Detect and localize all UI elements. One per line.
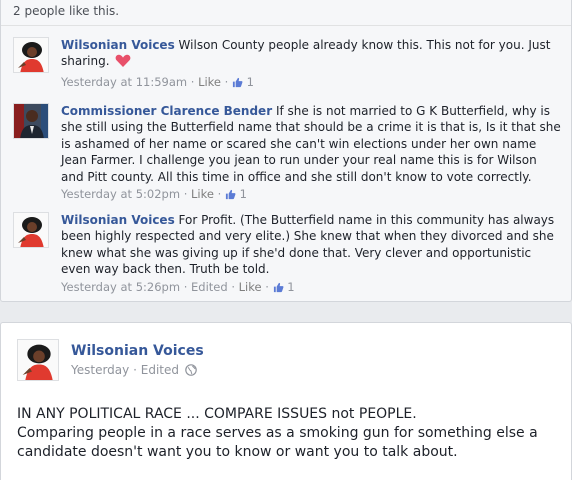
post-text-line: IN ANY POLITICAL RACE ... COMPARE ISSUES…: [17, 406, 417, 422]
meta-dot: ·: [133, 363, 137, 377]
comment-timestamp[interactable]: Yesterday at 5:02pm: [61, 187, 180, 201]
comment-timestamp[interactable]: Yesterday at 5:26pm: [61, 280, 180, 294]
post-meta: Yesterday · Edited: [71, 363, 197, 379]
post-timestamp[interactable]: Yesterday: [71, 363, 129, 377]
edited-label[interactable]: Edited: [141, 363, 179, 377]
edited-label[interactable]: Edited: [191, 280, 228, 294]
like-count[interactable]: 1: [287, 280, 294, 294]
meta-dot: ·: [265, 279, 269, 294]
comment-meta: Yesterday at 5:26pm · Edited · Like · 1: [61, 279, 563, 297]
like-link[interactable]: Like: [191, 187, 214, 201]
meta-dot: ·: [190, 74, 195, 89]
comment-timestamp[interactable]: Yesterday at 11:59am: [61, 75, 187, 89]
likes-summary[interactable]: 2 people like this.: [13, 4, 119, 18]
post-body: IN ANY POLITICAL RACE ... COMPARE ISSUES…: [17, 405, 563, 462]
like-thumb-icon[interactable]: [232, 76, 243, 92]
meta-dot: ·: [224, 74, 229, 89]
like-thumb-icon[interactable]: [225, 188, 236, 204]
comment-author-link[interactable]: Wilsonian Voices: [61, 38, 175, 52]
comment-meta: Yesterday at 11:59am · Like · 1: [61, 74, 563, 92]
woman-red-dress-avatar-icon[interactable]: [13, 212, 49, 248]
post-text-line: Comparing people in a race serves as a s…: [17, 425, 538, 460]
meta-dot: ·: [217, 187, 222, 202]
like-thumb-icon[interactable]: [273, 281, 284, 297]
comment-author-link[interactable]: Commissioner Clarence Bender: [61, 104, 272, 118]
post-card: Wilsonian Voices Yesterday · Edited IN A…: [0, 322, 572, 480]
woman-red-dress-avatar-icon[interactable]: [17, 339, 59, 381]
meta-dot: ·: [183, 187, 188, 202]
man-suit-avatar-icon[interactable]: [13, 103, 49, 139]
comment-meta: Yesterday at 5:02pm · Like · 1: [61, 186, 563, 204]
comment-author-link[interactable]: Wilsonian Voices: [61, 213, 175, 227]
divider: [1, 25, 571, 26]
heart-icon: [115, 54, 131, 72]
like-count[interactable]: 1: [247, 75, 254, 89]
like-link[interactable]: Like: [198, 75, 221, 89]
post-author-link[interactable]: Wilsonian Voices: [71, 343, 204, 359]
globe-icon[interactable]: [185, 364, 197, 379]
comments-panel: 2 people like this. Wilsonian Voices Wil…: [0, 0, 572, 302]
like-count[interactable]: 1: [240, 187, 247, 201]
meta-dot: ·: [183, 279, 188, 294]
woman-red-dress-avatar-icon[interactable]: [13, 37, 49, 73]
meta-dot: ·: [231, 279, 235, 294]
like-link[interactable]: Like: [239, 280, 262, 294]
